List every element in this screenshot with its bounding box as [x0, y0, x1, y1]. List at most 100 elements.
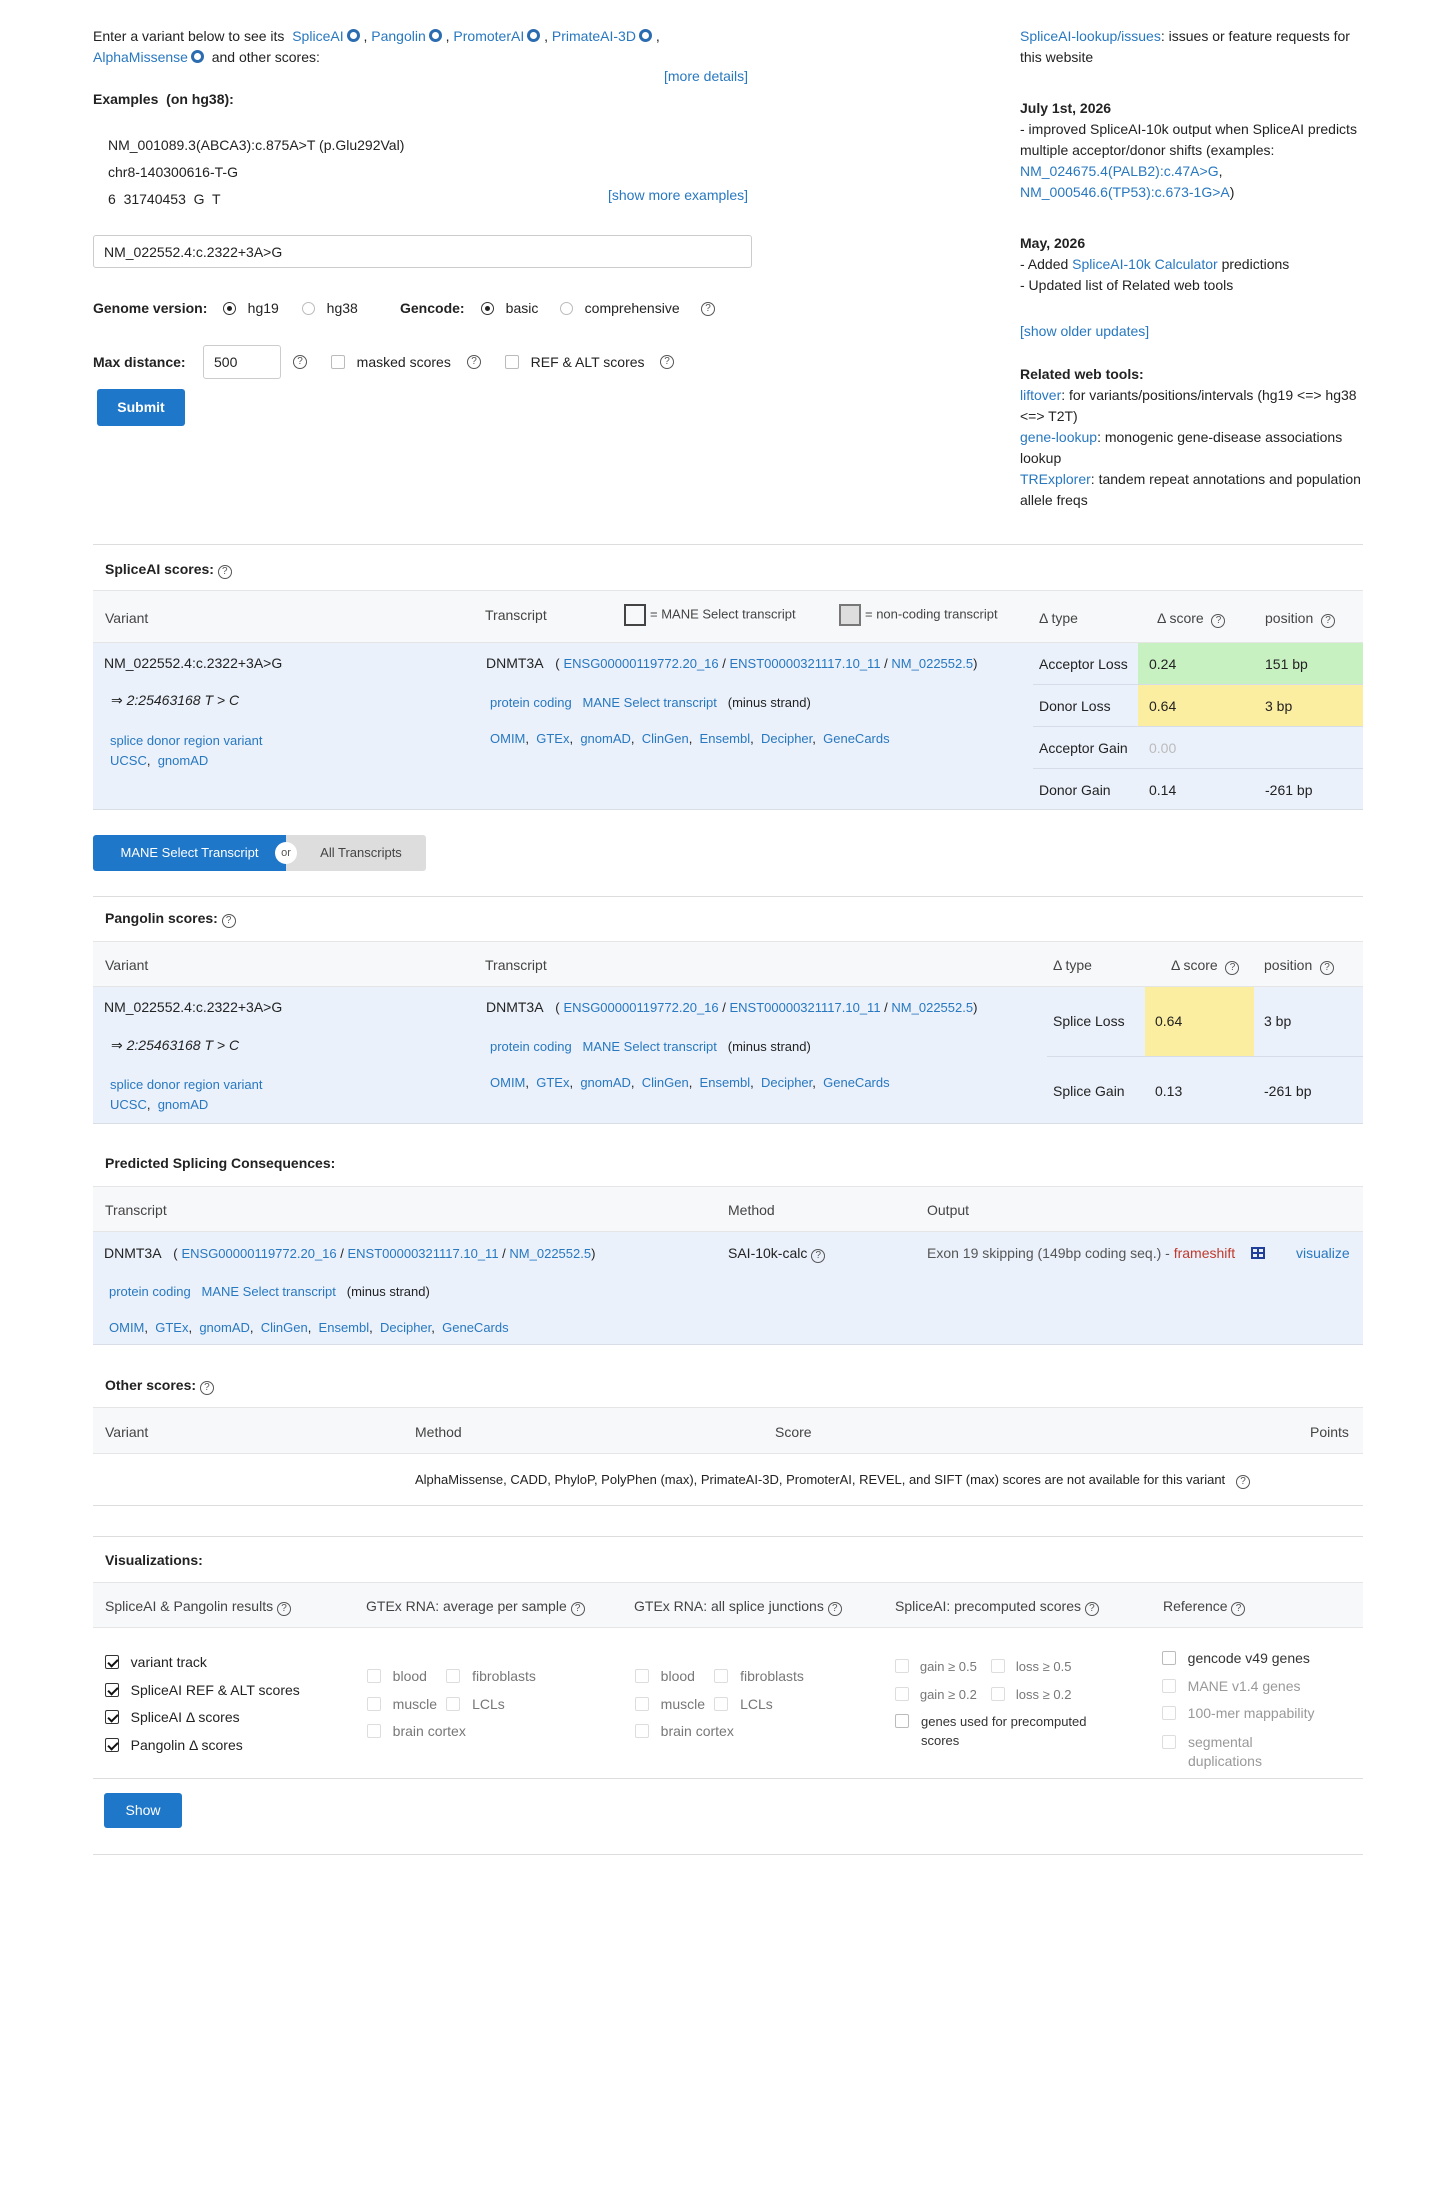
- viz-option[interactable]: blood: [367, 1668, 439, 1684]
- nm-link[interactable]: NM_022552.5: [891, 656, 973, 671]
- github-icon[interactable]: [346, 29, 360, 42]
- help-icon[interactable]: ?: [660, 355, 674, 369]
- checkbox-icon[interactable]: [446, 1696, 461, 1711]
- ensg-link[interactable]: ENSG00000119772.20_16: [563, 656, 718, 671]
- viz-option[interactable]: blood: [635, 1668, 707, 1684]
- promoterai-link[interactable]: PromoterAI: [453, 28, 524, 44]
- viz-option[interactable]: gencode v49 genes: [1162, 1645, 1352, 1673]
- viz-option[interactable]: fibroblasts: [714, 1668, 804, 1684]
- checkbox-icon[interactable]: [105, 1710, 119, 1724]
- viz-option[interactable]: fibroblasts: [446, 1668, 536, 1684]
- consequence-link[interactable]: splice donor region variant: [110, 1077, 262, 1092]
- viz-option[interactable]: 100-mer mappability: [1162, 1700, 1352, 1728]
- gnomad-link[interactable]: gnomAD: [580, 731, 631, 746]
- ensg-link[interactable]: ENSG00000119772.20_16: [563, 1000, 718, 1015]
- help-icon[interactable]: ?: [1225, 961, 1240, 975]
- masked-scores-checkbox[interactable]: masked scores: [331, 354, 451, 370]
- omim-link[interactable]: OMIM: [490, 731, 525, 746]
- checkbox-icon[interactable]: [635, 1696, 649, 1711]
- table-icon[interactable]: [1250, 1247, 1265, 1259]
- ensembl-link[interactable]: Ensembl: [319, 1320, 370, 1335]
- viz-option[interactable]: brain cortex: [635, 1718, 835, 1746]
- viz-option[interactable]: brain cortex: [367, 1718, 567, 1746]
- checkbox-icon[interactable]: [714, 1669, 729, 1683]
- checkbox-icon[interactable]: [105, 1655, 119, 1669]
- checkbox-icon[interactable]: [105, 1737, 119, 1752]
- checkbox-icon[interactable]: [714, 1696, 729, 1711]
- checkbox-icon[interactable]: [895, 1659, 909, 1673]
- consequence-link[interactable]: splice donor region variant: [110, 733, 262, 748]
- viz-option[interactable]: gain ≥ 0.5: [895, 1659, 984, 1674]
- gene-lookup-link[interactable]: gene-lookup: [1020, 429, 1097, 445]
- help-icon[interactable]: ?: [1084, 1602, 1099, 1616]
- show-button[interactable]: Show: [104, 1793, 182, 1828]
- max-distance-input[interactable]: [203, 345, 281, 379]
- gnomad-link[interactable]: gnomAD: [199, 1320, 250, 1335]
- checkbox-icon[interactable]: [367, 1669, 381, 1683]
- checkbox-icon[interactable]: [505, 355, 519, 369]
- radio-basic[interactable]: basic: [481, 300, 538, 316]
- viz-option[interactable]: loss ≥ 0.2: [991, 1686, 1071, 1702]
- radio-icon[interactable]: [223, 302, 236, 315]
- help-icon[interactable]: ?: [1211, 614, 1226, 628]
- checkbox-icon[interactable]: [105, 1682, 119, 1697]
- ref-alt-scores-checkbox[interactable]: REF & ALT scores: [505, 354, 645, 370]
- viz-option[interactable]: variant track: [105, 1649, 300, 1677]
- github-icon[interactable]: [527, 29, 541, 42]
- gtex-link[interactable]: GTEx: [536, 1075, 569, 1090]
- decipher-link[interactable]: Decipher: [761, 731, 812, 746]
- checkbox-icon[interactable]: [991, 1686, 1006, 1701]
- genecards-link[interactable]: GeneCards: [823, 1075, 889, 1090]
- alphamissense-link[interactable]: AlphaMissense: [93, 49, 188, 65]
- viz-option[interactable]: genes used for precomputed scores: [895, 1712, 1125, 1750]
- viz-option[interactable]: muscle: [635, 1696, 707, 1712]
- checkbox-icon[interactable]: [1162, 1678, 1176, 1693]
- github-icon[interactable]: [428, 29, 442, 42]
- omim-link[interactable]: OMIM: [109, 1320, 144, 1335]
- example-link[interactable]: NM_024675.4(PALB2):c.47A>G: [1020, 163, 1219, 179]
- radio-icon[interactable]: [560, 302, 573, 315]
- help-icon[interactable]: ?: [1236, 1475, 1251, 1489]
- viz-option[interactable]: Pangolin Δ scores: [105, 1732, 300, 1760]
- example-item[interactable]: NM_001089.3(ABCA3):c.875A>T (p.Glu292Val…: [108, 132, 404, 159]
- help-icon[interactable]: ?: [1320, 961, 1335, 975]
- gnomad-link[interactable]: gnomAD: [158, 753, 209, 768]
- viz-option[interactable]: LCLs: [714, 1696, 773, 1712]
- gtex-link[interactable]: GTEx: [155, 1320, 188, 1335]
- example-item[interactable]: 6 31740453 G T: [108, 186, 404, 213]
- example-item[interactable]: chr8-140300616-T-G: [108, 159, 404, 186]
- submit-button[interactable]: Submit: [97, 389, 185, 426]
- ensembl-link[interactable]: Ensembl: [700, 731, 751, 746]
- help-icon[interactable]: ?: [1231, 1602, 1246, 1616]
- github-icon[interactable]: [190, 50, 204, 63]
- gnomad-link[interactable]: gnomAD: [580, 1075, 631, 1090]
- help-icon[interactable]: ?: [276, 1602, 291, 1616]
- viz-option[interactable]: MANE v1.4 genes: [1162, 1673, 1352, 1701]
- viz-option[interactable]: gain ≥ 0.2: [895, 1686, 984, 1702]
- decipher-link[interactable]: Decipher: [761, 1075, 812, 1090]
- viz-option[interactable]: SpliceAI REF & ALT scores: [105, 1677, 300, 1705]
- help-icon[interactable]: ?: [293, 355, 307, 369]
- gtex-link[interactable]: GTEx: [536, 731, 569, 746]
- liftover-link[interactable]: liftover: [1020, 387, 1061, 403]
- checkbox-icon[interactable]: [367, 1724, 381, 1738]
- help-icon[interactable]: ?: [221, 914, 236, 928]
- pangolin-link[interactable]: Pangolin: [371, 28, 426, 44]
- help-icon[interactable]: ?: [827, 1602, 842, 1616]
- genecards-link[interactable]: GeneCards: [442, 1320, 508, 1335]
- radio-icon[interactable]: [481, 302, 494, 315]
- help-icon[interactable]: ?: [1321, 614, 1336, 628]
- visualize-link[interactable]: visualize: [1296, 1245, 1350, 1261]
- decipher-link[interactable]: Decipher: [380, 1320, 431, 1335]
- mane-select-toggle[interactable]: MANE Select Transcript: [93, 835, 286, 871]
- help-icon[interactable]: ?: [701, 302, 715, 316]
- viz-option[interactable]: SpliceAI Δ scores: [105, 1704, 300, 1732]
- issues-link[interactable]: SpliceAI-lookup/issues: [1020, 28, 1161, 44]
- radio-comprehensive[interactable]: comprehensive: [560, 300, 680, 316]
- show-more-examples-link[interactable]: [show more examples]: [608, 187, 748, 203]
- ucsc-link[interactable]: UCSC: [110, 1097, 147, 1112]
- ensg-link[interactable]: ENSG00000119772.20_16: [181, 1246, 336, 1261]
- radio-hg19[interactable]: hg19: [223, 300, 279, 316]
- calculator-link[interactable]: SpliceAI-10k Calculator: [1072, 256, 1218, 272]
- checkbox-icon[interactable]: [446, 1669, 461, 1683]
